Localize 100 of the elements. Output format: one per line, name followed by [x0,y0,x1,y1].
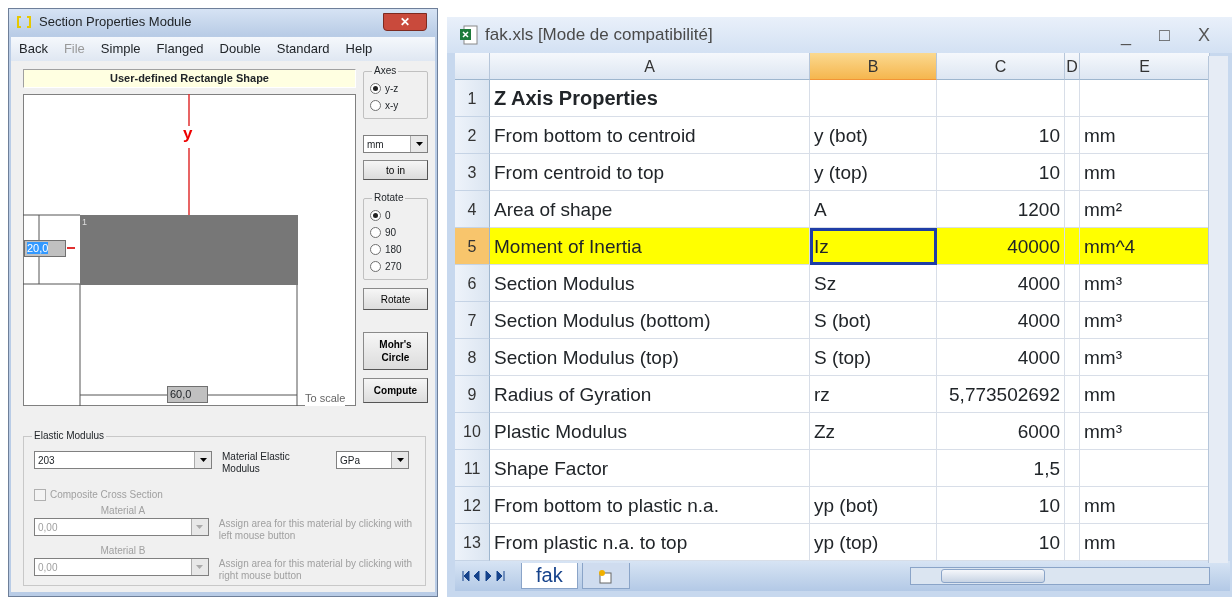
radio-button[interactable] [370,227,381,238]
table-cell: Section Modulus (top) [490,339,810,376]
row-header[interactable]: 10 [455,413,490,450]
hint-text: Assign area for this material by clicking with left mouse button [218,518,414,542]
modulus-field[interactable]: 203 [34,451,212,469]
table-cell: From centroid to top [490,154,810,191]
material-label: Material A [99,504,147,518]
checkbox-label: Composite Cross Section [50,488,163,502]
menu-item[interactable]: Help [337,39,381,59]
unit-select[interactable]: mm [363,135,428,153]
sheet-tab[interactable]: fak [521,563,578,589]
table-cell: 10 [937,487,1065,524]
row-header[interactable]: 11 [455,450,490,487]
radio-button[interactable] [370,261,381,272]
new-sheet-button[interactable] [581,563,630,589]
dropdown-caret-icon [196,525,204,529]
table-cell: 4000 [937,302,1065,339]
dropdown-caret-icon [199,458,207,462]
table-cell: Section Modulus [490,265,810,302]
vertical-scrollbar[interactable] [1208,56,1228,563]
material-label: Material B [99,544,147,558]
column-header[interactable]: A [490,53,810,80]
menu-item[interactable]: Double [211,39,269,59]
modulus-label: Material Elastic Modulus [222,451,291,475]
radio-label: 270 [385,260,402,274]
group-title: Axes [372,65,399,77]
column-header[interactable]: E [1080,53,1210,80]
table-cell: Z Axis Properties [490,80,810,117]
row-header[interactable]: 13 [455,524,490,561]
table-cell: y (top) [810,154,937,191]
minimize-button[interactable]: _ [1107,21,1146,49]
radio-button[interactable] [370,244,381,255]
window-title: Section Properties Module [39,13,192,32]
window-title: fak.xls [Mode de compatibilité] [485,24,713,47]
row-header[interactable]: 12 [455,487,490,524]
table-cell: Sz [810,265,937,302]
spreadsheet-file-icon [459,24,479,46]
table-cell: S (top) [810,339,937,376]
table-cell: Moment of Inertia [490,228,810,265]
menu-item[interactable]: Standard [268,39,338,59]
row-header[interactable]: 2 [455,117,490,154]
column-header[interactable]: C [937,53,1065,80]
row-header[interactable]: 6 [455,265,490,302]
menu-item[interactable]: Flanged [148,39,212,59]
radio-label: 0 [385,209,391,223]
table-cell: Iz [810,228,937,265]
radio-button[interactable] [370,210,381,221]
table-cell: 1,5 [937,450,1065,487]
action-button[interactable]: Compute [363,378,428,403]
row-header[interactable]: 5 [455,228,490,265]
table-cell: mm^4 [1080,228,1210,265]
menu-item[interactable]: Back [11,39,56,59]
menu-item[interactable]: Simple [92,39,149,59]
table-cell: y (bot) [810,117,937,154]
table-cell: Plastic Modulus [490,413,810,450]
part-number: 1 [82,216,87,229]
table-cell: 4000 [937,339,1065,376]
table-cell: 5,773502692 [937,376,1065,413]
table-cell: From bottom to centroid [490,117,810,154]
radio-label: 180 [385,243,402,257]
column-header[interactable]: D [1065,53,1080,80]
table-cell: 10 [937,154,1065,191]
radio-button[interactable] [370,100,381,111]
column-header[interactable]: B [810,53,937,80]
row-header[interactable]: 9 [455,376,490,413]
horizontal-scrollbar[interactable] [910,567,1210,585]
row-header[interactable]: 8 [455,339,490,376]
unit-select[interactable]: GPa [336,451,409,469]
row-header[interactable]: 1 [455,80,490,117]
table-cell: 40000 [937,228,1065,265]
scrollbar-thumb[interactable] [941,569,1045,583]
table-cell: S (bot) [810,302,937,339]
row-header[interactable]: 7 [455,302,490,339]
radio-label: x-y [385,99,399,113]
width-field[interactable]: 60,0 [167,386,208,403]
radio-button[interactable] [370,83,381,94]
group-title: Elastic Modulus [32,430,107,442]
app-logo-icon [15,14,33,30]
shape-title: User-defined Rectangle Shape [23,69,356,88]
row-header[interactable]: 3 [455,154,490,191]
table-cell: 4000 [937,265,1065,302]
dropdown-caret-icon [196,565,204,569]
row-header[interactable]: 4 [455,191,490,228]
group-title: Rotate [372,192,406,204]
close-button[interactable]: X [1184,21,1224,49]
table-cell: Section Modulus (bottom) [490,302,810,339]
table-cell: rz [810,376,937,413]
table-cell: From bottom to plastic n.a. [490,487,810,524]
dropdown-caret-icon [396,458,404,462]
maximize-button[interactable]: □ [1145,21,1184,49]
action-button[interactable]: Mohr's Circle [363,332,428,370]
table-cell: Radius of Gyration [490,376,810,413]
table-cell: 10 [937,117,1065,154]
convert-button[interactable]: to in [363,160,428,180]
hint-text: Assign area for this material by clicking with right mouse button [218,558,414,582]
new-sheet-icon [596,568,615,585]
close-button[interactable]: ✕ [383,13,427,31]
table-cell: 6000 [937,413,1065,450]
table-cell: Zz [810,413,937,450]
action-button[interactable]: Rotate [363,288,428,310]
